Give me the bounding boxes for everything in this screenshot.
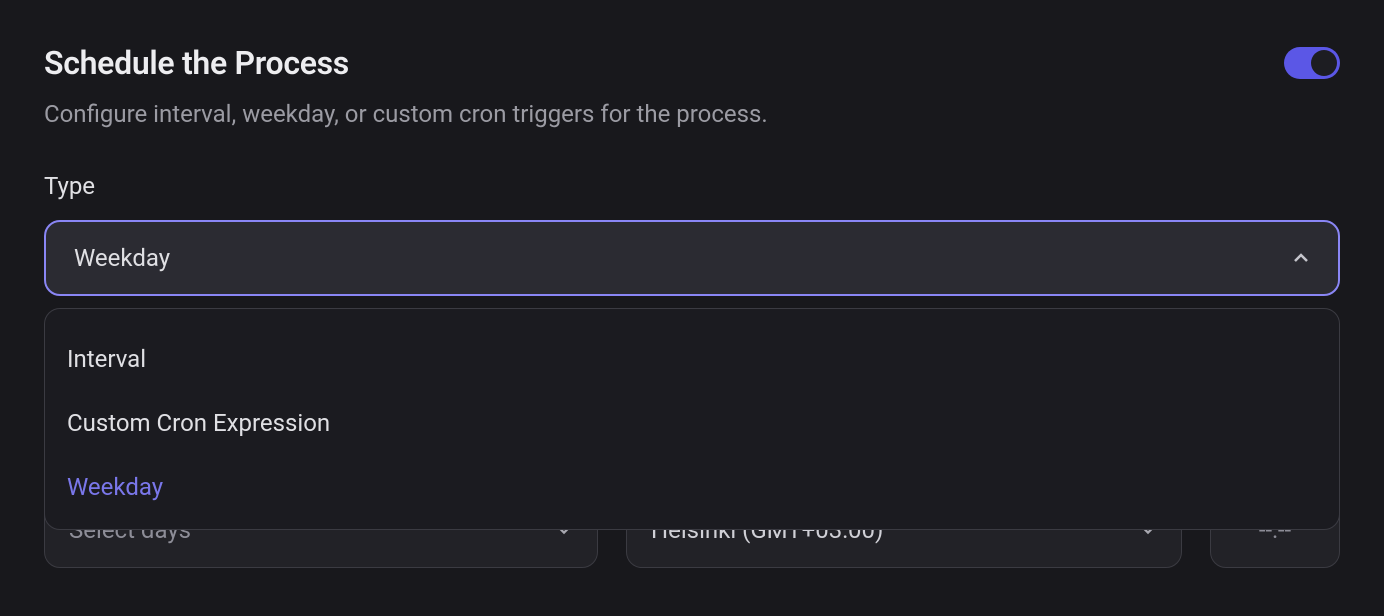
page-title: Schedule the Process [44, 44, 349, 82]
type-select[interactable]: Weekday [44, 220, 1340, 296]
chevron-up-icon [1292, 249, 1310, 267]
header-row: Schedule the Process [44, 44, 1340, 82]
type-dropdown: Interval Custom Cron Expression Weekday [44, 308, 1340, 530]
dropdown-option-cron[interactable]: Custom Cron Expression [45, 391, 1339, 455]
enable-toggle[interactable] [1284, 47, 1340, 79]
type-label: Type [44, 172, 1340, 200]
toggle-knob [1311, 50, 1337, 76]
dropdown-option-weekday[interactable]: Weekday [45, 455, 1339, 519]
dropdown-option-interval[interactable]: Interval [45, 327, 1339, 391]
type-select-value: Weekday [74, 244, 170, 272]
page-subtitle: Configure interval, weekday, or custom c… [44, 100, 1340, 128]
